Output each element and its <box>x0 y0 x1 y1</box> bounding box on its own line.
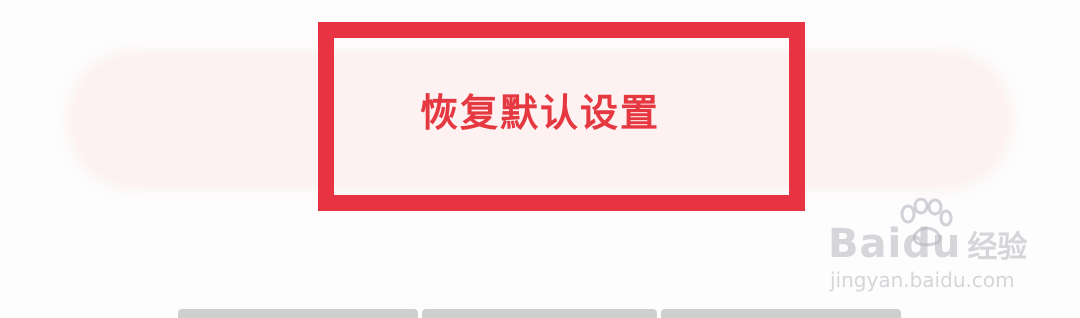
watermark-brand: Baidu 经验 <box>828 221 1028 267</box>
baidu-jingyan-watermark: Baidu 经验 jingyan.baidu.com <box>828 198 1038 298</box>
bottom-bar-segment <box>661 309 901 318</box>
bottom-bar-segment <box>422 309 657 318</box>
watermark-url: jingyan.baidu.com <box>830 268 1015 292</box>
screen: 恢复默认设置 Baidu 经验 jingyan.baidu.com <box>0 0 1080 318</box>
restore-defaults-label: 恢复默认设置 <box>419 91 660 135</box>
bottom-bar-segment <box>178 309 418 318</box>
